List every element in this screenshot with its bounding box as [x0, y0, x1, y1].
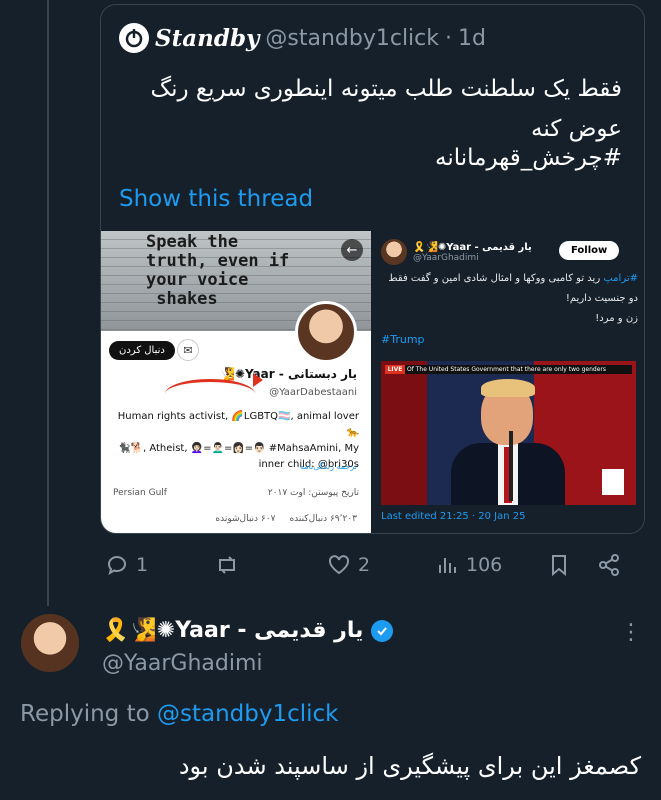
profile-meta: تاریخ پیوستن: اوت ۲۰۱۷ Persian Gulf [113, 488, 359, 498]
profile-avatar [295, 301, 357, 363]
microphone [509, 431, 513, 501]
network-logo [602, 469, 624, 495]
embedded-tag: #ترامپ [603, 273, 638, 284]
quoted-author-avatar[interactable] [119, 23, 149, 53]
views-count: 106 [466, 554, 503, 576]
thread-connector-line [47, 0, 49, 606]
views-action[interactable]: 106 [434, 552, 502, 578]
reply-author-name[interactable]: یار قدیمی - Yaar✺🧏🎗️ [102, 618, 363, 643]
quoted-tweet-card[interactable]: Standby @standby1click · 1d فقط یک سلطنت… [100, 4, 645, 534]
reply-author-handle[interactable]: @YaarGhadimi [102, 651, 263, 676]
embedded-author-name: یار قدیمی - Yaar✺🧏🎗️ [413, 241, 532, 253]
quoted-tweet-hashtag[interactable]: #چرخش_قهرمانانه [435, 145, 622, 171]
quoted-tweet-text: فقط یک سلطنت طلب میتونه اینطوری سریع رنگ… [150, 76, 622, 142]
embedded-video-thumbnail: Of The United States Government that the… [381, 361, 636, 505]
reply-action[interactable]: 1 [104, 552, 148, 578]
embedded-hashtag: #Trump [381, 333, 425, 346]
reply-tweet-text: کصمغز این برای پیشگیری از ساسپند شدن بود [178, 752, 641, 780]
profile-joined: تاریخ پیوستن: اوت ۲۰۱۷ [267, 488, 359, 498]
live-badge: LIVE [385, 365, 405, 374]
profile-following: ۶۰۷ دنبال‌شونده [215, 514, 276, 524]
profile-location: Persian Gulf [113, 488, 167, 498]
power-icon [125, 29, 143, 48]
replying-to-line: Replying to @standby1click [20, 701, 339, 727]
video-caption-bar: Of The United States Government that the… [385, 365, 632, 374]
share-icon [596, 552, 622, 578]
profile-stats: ۶۹٬۲۰۳ دنبال‌کننده ۶۰۷ دنبال‌شونده [215, 514, 357, 524]
quoted-author-handle[interactable]: @standby1click [265, 26, 439, 51]
profile-follow-button: دنبال کردن [109, 341, 175, 360]
heart-icon [326, 552, 352, 578]
repost-icon [214, 552, 240, 578]
reply-author-row: یار قدیمی - Yaar✺🧏🎗️ [102, 618, 394, 643]
quoted-tweet-media[interactable]: Speak the truth, even if your voice shak… [101, 231, 644, 533]
profile-name: یار دبستانی - Yaar✺🧏 [219, 367, 357, 381]
verified-badge-icon [371, 619, 394, 642]
bio-line: 🐈‍⬛🐕, Atheist, 👩🏻‍🦱=👨🏻‍🦱=👩🏻=👨🏻 #MahsaAmi… [118, 443, 359, 454]
bookmark-icon [546, 552, 572, 578]
bookmark-action[interactable] [546, 552, 572, 578]
red-arrow-annotation [165, 373, 263, 409]
views-icon [434, 552, 460, 578]
reply-author-avatar[interactable] [19, 612, 81, 674]
reply-count: 1 [136, 554, 149, 576]
like-action[interactable]: 2 [326, 552, 370, 578]
reply-icon [104, 552, 130, 578]
profile-handle: @YaarDabestaani [269, 387, 357, 398]
embedded-edited-label: Last edited 21:25 · 20 Jan 25 [381, 511, 526, 522]
tweet-action-bar: 1 2 106 [100, 548, 645, 582]
show-thread-link[interactable]: Show this thread [119, 186, 313, 212]
back-arrow-icon: ← [341, 239, 363, 261]
embedded-avatar [381, 239, 407, 265]
profile-followers: ۶۹٬۲۰۳ دنبال‌کننده [289, 514, 357, 524]
repost-action[interactable] [214, 552, 246, 578]
share-action[interactable] [596, 552, 622, 578]
replying-to-mention[interactable]: @standby1click [157, 701, 339, 727]
embedded-follow-button: Follow [559, 241, 620, 260]
banner-graffiti-text: Speak the truth, even if your voice shak… [146, 232, 290, 309]
quoted-tweet-time[interactable]: 1d [458, 26, 486, 51]
embedded-text-body: رید تو کامبی ووکها و امثال شادی امین و گ… [388, 273, 638, 304]
tweet-screenshot-image[interactable]: یار قدیمی - Yaar✺🧏🎗️ @YaarGhadimi Follow… [373, 231, 644, 533]
like-count: 2 [358, 554, 371, 576]
translate-bio-link: ترجمه زندگی‌نامه [299, 462, 357, 471]
embedded-author-handle: @YaarGhadimi [413, 252, 479, 263]
bio-line: Human rights activist, 🌈LGBTQ🏳️‍⚧️, anim… [117, 411, 359, 438]
profile-screenshot-image[interactable]: Speak the truth, even if your voice shak… [101, 231, 371, 533]
more-options-icon[interactable]: ⋮ [620, 622, 642, 644]
quoted-tweet-header: Standby @standby1click · 1d [119, 23, 486, 53]
quoted-author-name[interactable]: Standby [155, 25, 259, 52]
mail-icon: ✉ [177, 339, 199, 361]
embedded-tweet-header: یار قدیمی - Yaar✺🧏🎗️ @YaarGhadimi [381, 239, 532, 265]
embedded-text-line: زن و مرد! [595, 313, 638, 324]
embedded-tweet-text: #ترامپ رید تو کامبی ووکها و امثال شادی ا… [381, 269, 638, 329]
speaker-hair [481, 379, 535, 397]
dot-separator: · [445, 25, 453, 51]
replying-to-label: Replying to [20, 701, 150, 727]
